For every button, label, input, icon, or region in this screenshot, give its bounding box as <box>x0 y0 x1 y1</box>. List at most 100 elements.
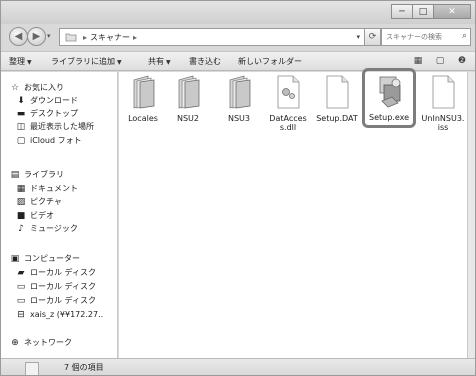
music-icon: ♪ <box>18 223 24 234</box>
address-bar[interactable]: ▸ スキャナー ▸ ▾ <box>59 28 365 46</box>
folder-details-icon <box>25 362 39 375</box>
history-dropdown-icon[interactable]: ▾ <box>47 32 51 40</box>
add-to-library-menu[interactable]: ライブラリに追加 ▼ <box>51 56 122 67</box>
sidebar-item-label: デスクトップ <box>30 109 78 118</box>
sidebar-item-music[interactable]: ♪ ミュージック <box>15 222 78 235</box>
local-disk-icon: ▭ <box>16 295 26 306</box>
sidebar-item-videos[interactable]: ■ ビデオ <box>15 209 54 222</box>
organize-menu[interactable]: 整理 ▼ <box>9 56 32 67</box>
file-item-locales[interactable]: Locales <box>121 74 165 123</box>
sidebar-item-favorites[interactable]: ☆ お気に入り <box>9 81 64 94</box>
burn-button[interactable]: 書き込む <box>189 56 221 67</box>
sidebar-item-label: ダウンロード <box>30 96 78 105</box>
sidebar-item-label: ピクチャ <box>30 197 62 206</box>
sidebar-item-computer[interactable]: ▣ コンピューター <box>9 252 80 265</box>
minimize-button[interactable]: ─ <box>391 4 413 19</box>
refresh-button[interactable]: ⟳ <box>364 28 381 46</box>
local-disk-icon: ▰ <box>17 267 25 278</box>
network-drive-icon: ⊟ <box>17 309 25 320</box>
search-icon[interactable]: ⌕ <box>462 31 467 41</box>
sidebar-item-documents[interactable]: ▦ ドキュメント <box>15 182 78 195</box>
dll-file-icon <box>277 75 300 109</box>
sidebar-item-label: iCloud フォト <box>30 136 82 145</box>
folder-icon <box>65 33 77 42</box>
sidebar-item-local-disk[interactable]: ▰ ローカル ディスク <box>15 266 96 279</box>
sidebar-item-local-disk[interactable]: ▭ ローカル ディスク <box>15 280 96 293</box>
file-item-uninnsu3-iss[interactable]: UnInNSU3.iss <box>421 74 465 132</box>
search-box[interactable]: ⌕ <box>381 28 471 46</box>
folder-icon <box>229 75 251 109</box>
sidebar-item-desktop[interactable]: ▬ デスクトップ <box>15 107 78 120</box>
new-folder-button[interactable]: 新しいフォルダー <box>238 56 302 67</box>
vertical-scrollbar[interactable] <box>467 72 475 358</box>
sidebar-item-network[interactable]: ⊕ ネットワーク <box>9 336 72 349</box>
sidebar-item-downloads[interactable]: ⬇ ダウンロード <box>15 94 78 107</box>
sidebar-item-label: ネットワーク <box>24 338 72 347</box>
breadcrumb-separator[interactable]: ▸ <box>133 33 137 42</box>
organize-label: 整理 <box>9 57 25 66</box>
video-icon: ■ <box>16 210 26 221</box>
sidebar-item-label: ローカル ディスク <box>30 296 96 305</box>
local-disk-icon: ▭ <box>16 281 26 292</box>
sidebar-item-label: ドキュメント <box>30 184 78 193</box>
title-bar: ─ □ ✕ <box>1 1 475 24</box>
folder-icon <box>178 75 200 109</box>
installer-icon <box>379 76 401 108</box>
file-icon <box>432 75 455 109</box>
item-count: 7 個の項目 <box>64 363 104 372</box>
download-icon: ⬇ <box>17 95 25 106</box>
star-icon: ☆ <box>10 82 20 93</box>
explorer-window: ─ □ ✕ ◀ ▶ ▾ ▸ スキャナー ▸ ▾ ⟳ ⌕ 整理▼ ライブラリに追加… <box>0 0 476 376</box>
back-button[interactable]: ◀ <box>9 27 28 46</box>
icloud-icon: ▢ <box>16 135 26 146</box>
file-icon <box>326 75 349 109</box>
file-list: Locales NSU2 NSU3 DatAccess.dll Setup.DA… <box>119 68 469 358</box>
chevron-down-icon: ▼ <box>166 59 171 66</box>
breadcrumb-scanner[interactable]: スキャナー <box>90 32 130 43</box>
file-name: NSU2 <box>176 114 199 123</box>
forward-button[interactable]: ▶ <box>27 27 46 46</box>
file-name: Setup.exe <box>368 113 410 122</box>
sidebar-item-label: ビデオ <box>30 211 54 220</box>
add-to-library-label: ライブラリに追加 <box>51 57 115 66</box>
share-label: 共有 <box>148 57 164 66</box>
file-item-setup-exe[interactable]: Setup.exe <box>362 68 416 128</box>
file-item-datacess-dll[interactable]: DatAccess.dll <box>266 74 310 132</box>
sidebar-item-label: ライブラリ <box>24 170 64 179</box>
navigation-bar: ◀ ▶ ▾ ▸ スキャナー ▸ ▾ ⟳ ⌕ <box>1 24 475 50</box>
document-icon: ▦ <box>16 183 26 194</box>
search-input[interactable] <box>386 33 456 41</box>
sidebar-item-libraries[interactable]: ▤ ライブラリ <box>9 168 64 181</box>
window-controls: ─ □ ✕ <box>391 4 471 19</box>
computer-icon: ▣ <box>10 253 20 264</box>
sidebar-item-network-drive[interactable]: ⊟ xais_z (¥¥172.27.. <box>15 308 103 321</box>
sidebar-item-pictures[interactable]: ▨ ピクチャ <box>15 195 62 208</box>
folder-icon <box>133 75 155 109</box>
sidebar-item-label: コンピューター <box>24 254 80 263</box>
file-name: NSU3 <box>227 114 250 123</box>
sidebar-item-icloud[interactable]: ▢ iCloud フォト <box>15 134 82 147</box>
file-name: Setup.DAT <box>316 114 358 123</box>
picture-icon: ▨ <box>16 196 26 207</box>
preview-pane-icon[interactable]: ▢ <box>433 55 447 67</box>
file-item-nsu2[interactable]: NSU2 <box>166 74 210 123</box>
sidebar-item-recent-places[interactable]: ◫ 最近表示した場所 <box>15 120 94 133</box>
status-bar: 7 個の項目 <box>1 358 475 375</box>
sidebar-item-label: ローカル ディスク <box>30 268 96 277</box>
chevron-down-icon: ▼ <box>117 59 122 66</box>
recent-places-icon: ◫ <box>16 121 26 132</box>
share-menu[interactable]: 共有 ▼ <box>148 56 171 67</box>
help-icon[interactable]: ❷ <box>455 55 469 67</box>
desktop-icon: ▬ <box>16 108 26 119</box>
sidebar-item-local-disk[interactable]: ▭ ローカル ディスク <box>15 294 96 307</box>
sidebar-item-label: ミュージック <box>30 224 78 233</box>
breadcrumb-separator[interactable]: ▸ <box>83 33 87 42</box>
maximize-button[interactable]: □ <box>412 4 434 19</box>
file-item-setup-dat[interactable]: Setup.DAT <box>315 74 359 123</box>
file-name: Locales <box>128 114 158 123</box>
view-controls: ▦ ▢ ❷ <box>403 55 469 67</box>
file-item-nsu3[interactable]: NSU3 <box>217 74 261 123</box>
view-icon[interactable]: ▦ <box>411 55 425 67</box>
address-dropdown-icon[interactable]: ▾ <box>356 33 360 41</box>
close-button[interactable]: ✕ <box>433 4 471 19</box>
